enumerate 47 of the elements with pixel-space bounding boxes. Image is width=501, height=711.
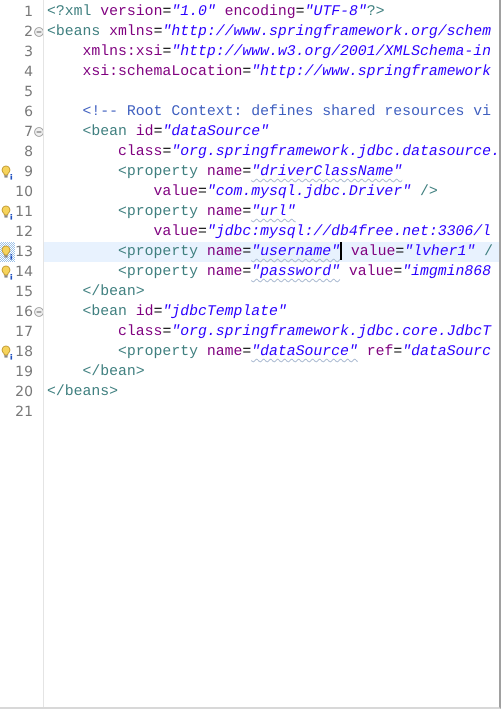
- code-line: <beans xmlns="http://www.springframework.org/schem: [46, 23, 492, 42]
- line-number: 18: [15, 343, 33, 362]
- line-number: 20: [15, 383, 33, 402]
- line-number: 6: [23, 103, 33, 122]
- code-line: xmlns:xsi="http://www.w3.org/2001/XMLSchema-in: [82, 43, 492, 62]
- code-line: </bean>: [82, 363, 146, 382]
- line-number: 4: [23, 63, 33, 82]
- code-line: <property name="password" value="imgmin868: [117, 263, 492, 282]
- line-number: 14: [15, 263, 33, 282]
- line-number: 1: [23, 3, 33, 22]
- lightbulb-icon: [1, 204, 14, 220]
- code-line: <property name="driverClassName": [117, 163, 404, 182]
- code-line: class="org.springframework.jdbc.core.JdbcT: [117, 323, 492, 342]
- line-number: 7: [23, 123, 33, 142]
- lightbulb-icon: [1, 264, 14, 280]
- line-number: 21: [15, 403, 33, 422]
- code-line: <!-- Root Context: defines shared resources vi: [82, 103, 492, 122]
- line-number: 2: [23, 23, 33, 42]
- line-number: 12: [15, 223, 33, 242]
- code-line: <bean id="jdbcTemplate": [82, 303, 288, 322]
- line-number: 15: [15, 283, 33, 302]
- code-line: value="jdbc:mysql://db4free.net:3306/l: [152, 223, 492, 242]
- line-number: 8: [23, 143, 33, 162]
- code-line: <?xml version="1.0" encoding="UTF-8"?>: [46, 3, 386, 22]
- code-line: <bean id="dataSource": [82, 123, 270, 142]
- code-line: </bean>: [82, 283, 146, 302]
- line-number: 3: [23, 43, 33, 62]
- code-line: value="com.mysql.jdbc.Driver" />: [152, 183, 439, 202]
- line-number: 19: [15, 363, 33, 382]
- line-number: 16: [15, 303, 33, 322]
- collapse-icon[interactable]: [34, 307, 44, 317]
- code-line: class="org.springframework.jdbc.datasource.: [117, 143, 500, 162]
- line-number: 10: [15, 183, 33, 202]
- lightbulb-icon: [1, 344, 14, 360]
- collapse-icon[interactable]: [34, 127, 44, 137]
- code-line: </beans>: [46, 383, 120, 402]
- line-number: 17: [15, 323, 33, 342]
- line-number: 9: [23, 163, 33, 182]
- line-number: 5: [23, 83, 33, 102]
- collapse-icon[interactable]: [34, 27, 44, 37]
- line-number: 13: [15, 243, 33, 262]
- lightbulb-icon: [1, 164, 14, 180]
- code-line: xsi:schemaLocation="http://www.springframework: [82, 63, 492, 82]
- line-number: 11: [15, 203, 33, 222]
- code-line: <property name="url": [117, 203, 297, 222]
- code-line: <property name="dataSource" ref="dataSourc: [117, 343, 492, 362]
- lightbulb-icon: [1, 244, 14, 260]
